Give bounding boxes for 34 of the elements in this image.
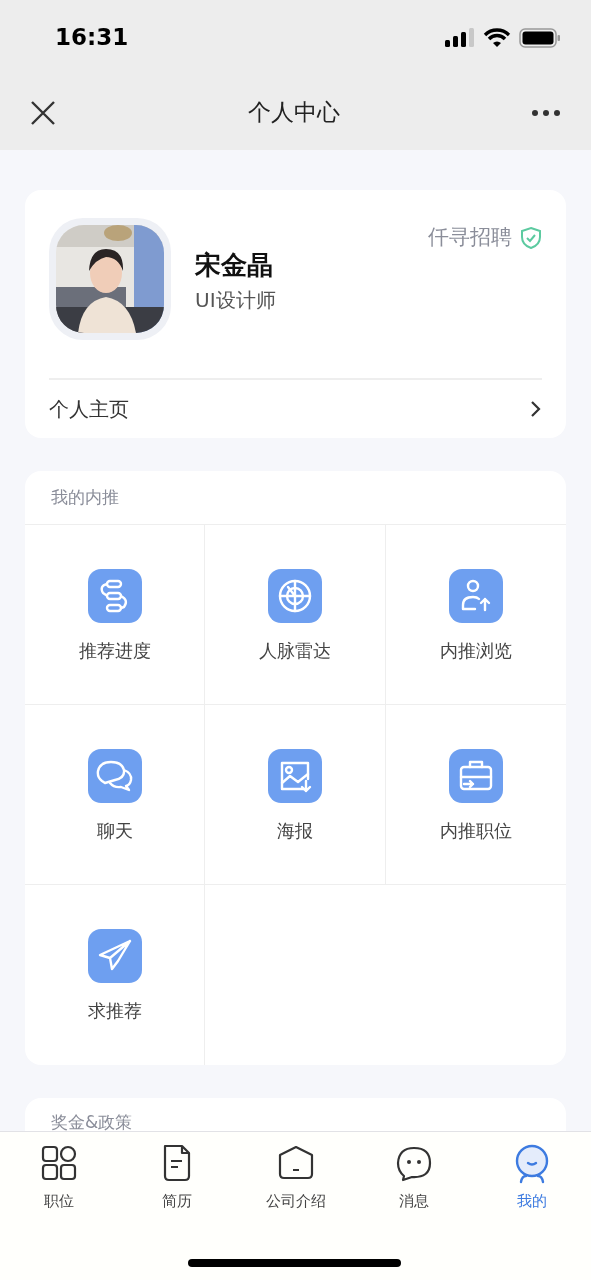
close-icon[interactable] [30, 99, 56, 126]
user-upload-icon [448, 569, 503, 623]
page-title: 个人中心 [247, 98, 340, 128]
menu-tile[interactable]: 推荐进度 [25, 525, 206, 705]
menu-tile[interactable]: 内推职位 [385, 705, 566, 885]
company-name: 仟寻招聘 [428, 224, 512, 251]
section-title: 我的内推 [50, 486, 120, 509]
menu-tile[interactable]: 聊天 [25, 705, 206, 885]
tab[interactable]: 简历 [118, 1132, 237, 1280]
user-name: 宋金晶 [195, 249, 274, 282]
chevron-right-icon [530, 400, 542, 418]
tab[interactable]: 我的 [472, 1132, 591, 1280]
flow-icon [87, 569, 142, 623]
wifi-icon [483, 27, 511, 48]
status-time: 16:31 [55, 23, 129, 53]
menu-tile[interactable]: 求推荐 [25, 885, 206, 1065]
image-download-icon [268, 749, 322, 803]
target-icon [268, 569, 322, 623]
section-title: 奖金&政策 [51, 1112, 133, 1132]
paper-plane-icon [87, 929, 142, 983]
tab[interactable]: 职位 [0, 1132, 119, 1280]
more-icon[interactable] [531, 108, 561, 117]
battery-icon [519, 27, 561, 48]
tab[interactable]: 消息 [354, 1132, 473, 1280]
menu-tile[interactable]: 内推浏览 [385, 525, 566, 705]
briefcase-icon [448, 749, 503, 803]
menu-tile[interactable]: 海报 [205, 705, 386, 885]
tab[interactable]: 公司介绍 [236, 1132, 355, 1280]
homepage-link[interactable]: 个人主页 [49, 378, 542, 438]
signal-icon [445, 27, 475, 48]
user-role: UI设计师 [195, 287, 277, 314]
chat-bubble-icon [394, 1144, 433, 1184]
chat-bubbles-icon [87, 749, 142, 803]
menu-tile[interactable]: 人脉雷达 [205, 525, 386, 705]
